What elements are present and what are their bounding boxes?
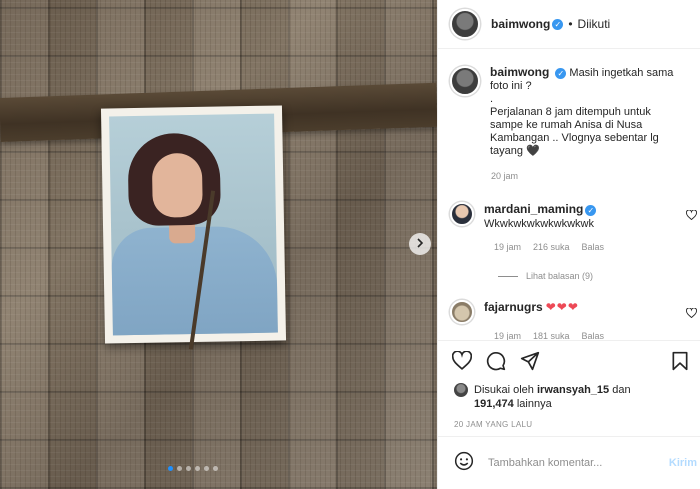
comment-item: mardani_maming ✓ Wkwkwkwkwkwkwkwk (450, 202, 700, 231)
caption-username[interactable]: baimwong (490, 65, 549, 79)
carousel-dot (204, 466, 209, 471)
emoji-icon[interactable] (454, 451, 474, 476)
reply-divider (498, 275, 518, 277)
likes-count[interactable]: 191,474 (474, 398, 514, 410)
heart-icon[interactable] (452, 351, 472, 370)
comment-like-icon[interactable] (685, 209, 698, 223)
author-avatar[interactable] (450, 9, 480, 39)
carousel-next-button[interactable] (409, 233, 431, 255)
carousel-dot (195, 466, 200, 471)
commenter-username[interactable]: fajarnugrs (484, 300, 543, 314)
likes-summary: Disukai oleh irwansyah_15 dan 191,474 la… (454, 383, 631, 411)
header-separator: • (568, 17, 573, 31)
comment-likes[interactable]: 216 suka (533, 242, 570, 252)
comment-time[interactable]: 19 jam (494, 242, 521, 252)
carousel-dot (213, 466, 218, 471)
post-photo[interactable] (0, 0, 437, 489)
black-heart-emoji: 🖤 (526, 145, 540, 157)
commenter-username[interactable]: mardani_maming (484, 202, 583, 216)
reply-button[interactable]: Balas (582, 331, 605, 340)
commenter-avatar[interactable] (450, 202, 474, 226)
comment-likes[interactable]: 181 suka (533, 331, 570, 340)
likes-mid: dan (612, 384, 631, 396)
comment-input[interactable] (488, 457, 658, 469)
post-caption: baimwong ✓ Masih ingetkah sama foto ini ?… (450, 66, 690, 158)
share-icon[interactable] (520, 351, 540, 371)
view-replies-button[interactable]: Lihat balasan (9) (498, 271, 593, 281)
caption-body: Perjalanan 8 jam ditempuh untuk sampe ke… (490, 106, 659, 157)
follow-status-button[interactable]: Diikuti (578, 17, 611, 31)
action-bar (438, 340, 700, 380)
bookmark-icon[interactable] (671, 351, 689, 376)
post-header: baimwong ✓ • Diikuti (438, 0, 700, 49)
carousel-dot (177, 466, 182, 471)
comment-meta: 19 jam 216 suka Balas (494, 242, 604, 252)
carousel-dot (168, 466, 173, 471)
caption-time[interactable]: 20 jam (491, 171, 518, 181)
add-comment-bar: Kirim (438, 436, 700, 489)
comments-list[interactable]: baimwong ✓ Masih ingetkah sama foto ini ?… (438, 50, 700, 340)
caption-dot: . (490, 93, 494, 105)
verified-icon: ✓ (552, 18, 564, 30)
comment-item: fajarnugrs ❤❤❤ (450, 300, 700, 324)
carousel-dot (186, 466, 191, 471)
comment-icon[interactable] (486, 351, 506, 371)
author-username[interactable]: baimwong (491, 17, 550, 31)
view-replies-label: Lihat balasan (9) (526, 271, 594, 281)
likes-suffix: lainnya (516, 398, 552, 410)
comment-text: ❤❤❤ (545, 300, 579, 314)
liker-username[interactable]: irwansyah_15 (537, 384, 609, 396)
portrait-image (109, 113, 278, 336)
post-comment-button[interactable]: Kirim (669, 457, 697, 469)
reply-button[interactable]: Balas (582, 242, 605, 252)
old-photo-print (100, 105, 287, 344)
likes-prefix: Disukai oleh (474, 384, 534, 396)
verified-icon: ✓ (555, 67, 567, 79)
comment-meta: 19 jam 181 suka Balas (494, 331, 604, 340)
post-date[interactable]: 20 JAM YANG LALU (454, 420, 532, 429)
comment-like-icon[interactable] (685, 307, 698, 321)
carousel-indicator (168, 466, 218, 471)
caption-avatar[interactable] (450, 66, 480, 96)
verified-icon: ✓ (585, 204, 597, 216)
comment-time[interactable]: 19 jam (494, 331, 521, 340)
comment-text: Wkwkwkwkwkwkwkwk (484, 218, 594, 230)
post-sidebar: baimwong ✓ • Diikuti baimwong ✓ Masih ing… (437, 0, 700, 489)
commenter-avatar[interactable] (450, 300, 474, 324)
liker-avatar[interactable] (454, 383, 468, 397)
chevron-right-icon (415, 235, 425, 253)
